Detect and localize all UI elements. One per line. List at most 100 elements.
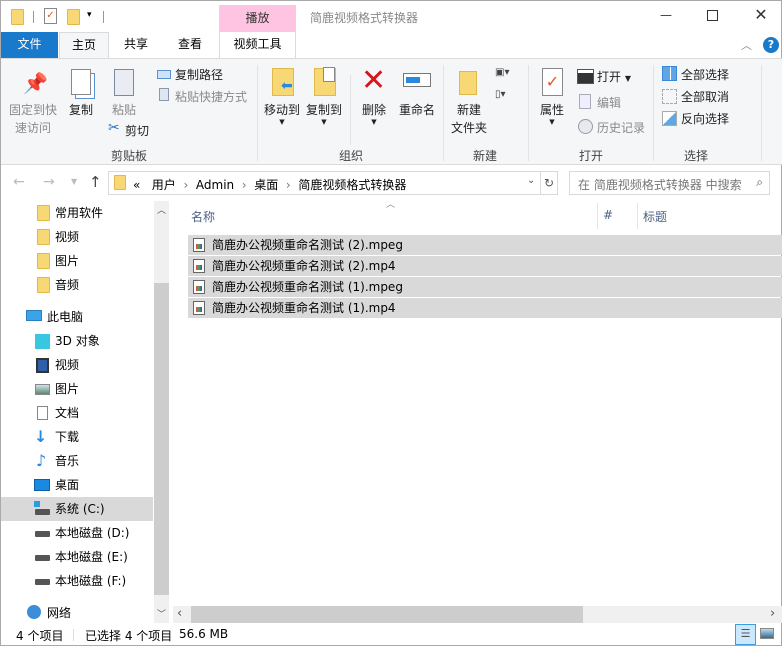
- breadcrumb-item[interactable]: 简鹿视频格式转换器: [298, 178, 406, 192]
- paste-shortcut-button[interactable]: 粘贴快捷方式: [175, 88, 247, 105]
- edit-button[interactable]: 编辑: [597, 94, 621, 111]
- file-row[interactable]: 简鹿办公视频重命名测试 (2).mpeg: [188, 235, 782, 255]
- tab-share[interactable]: 共享: [113, 32, 159, 58]
- label: 文档: [55, 406, 80, 420]
- scroll-right-icon[interactable]: ›: [770, 606, 775, 621]
- network-icon: [27, 605, 41, 619]
- column-header-name[interactable]: 名称: [191, 208, 215, 225]
- nav-documents[interactable]: 文档: [1, 401, 153, 425]
- search-input[interactable]: 在 简鹿视频格式转换器 中搜索 ⌕: [569, 171, 770, 195]
- column-header-title[interactable]: 标题: [643, 208, 667, 225]
- copy-button[interactable]: 复制: [65, 101, 97, 119]
- navigation-pane: 常用软件 视频 图片 音频 此电脑 3D 对象 视频 图片 文档 ↓ 下载 ♪ 音乐…: [1, 201, 170, 623]
- nav-network[interactable]: 网络: [1, 601, 153, 625]
- help-icon[interactable]: ?: [763, 37, 779, 53]
- properties-button[interactable]: 属性 ▼: [535, 101, 569, 126]
- label: 此电脑: [47, 310, 84, 324]
- customize-dropdown-icon[interactable]: ▾: [87, 10, 92, 20]
- nav-videos[interactable]: 视频: [1, 353, 153, 377]
- nav-drive-f[interactable]: 本地磁盘 (F:): [1, 569, 153, 593]
- copy-to-icon: [314, 67, 336, 96]
- rename-button[interactable]: 重命名: [395, 101, 439, 119]
- scroll-left-icon[interactable]: ‹: [177, 606, 182, 621]
- maximize-button[interactable]: [707, 10, 718, 21]
- new-folder-button[interactable]: 新建 文件夹: [447, 101, 491, 137]
- properties-icon[interactable]: ✓: [44, 8, 57, 24]
- tab-file[interactable]: 文件: [1, 32, 58, 58]
- nav-pictures[interactable]: 图片: [1, 377, 153, 401]
- drive-icon: [35, 555, 50, 561]
- nav-quick-item[interactable]: 图片: [1, 249, 153, 273]
- easy-access-icon[interactable]: ▯▾: [495, 89, 517, 103]
- download-icon: ↓: [34, 427, 48, 446]
- recent-dropdown-icon[interactable]: ▼: [71, 177, 77, 186]
- nav-quick-item[interactable]: 音频: [1, 273, 153, 297]
- pin-to-quick-access-button[interactable]: 固定到快 速访问: [7, 101, 59, 137]
- breadcrumb-item[interactable]: 桌面: [254, 178, 278, 192]
- invert-selection-button[interactable]: 反向选择: [681, 110, 729, 127]
- file-row[interactable]: 简鹿办公视频重命名测试 (1).mp4: [188, 298, 782, 318]
- nav-this-pc[interactable]: 此电脑: [1, 305, 153, 329]
- nav-quick-item[interactable]: 视频: [1, 225, 153, 249]
- copy-path-button[interactable]: 复制路径: [175, 66, 223, 83]
- select-none-button[interactable]: 全部取消: [681, 88, 729, 105]
- group-label-new: 新建: [472, 149, 497, 163]
- nav-desktop[interactable]: 桌面: [1, 473, 153, 497]
- minimize-button[interactable]: —: [651, 3, 681, 29]
- paste-button[interactable]: 粘贴: [107, 101, 141, 119]
- open-button[interactable]: 打开 ▼: [597, 68, 631, 85]
- history-button[interactable]: 历史记录: [597, 119, 645, 136]
- overflow-chevron[interactable]: «: [133, 178, 140, 192]
- label: 音乐: [55, 454, 80, 468]
- nav-3d-objects[interactable]: 3D 对象: [1, 329, 153, 353]
- tab-view[interactable]: 查看: [167, 32, 213, 58]
- new-folder-icon[interactable]: [67, 9, 80, 25]
- details-view-button[interactable]: ☰: [735, 624, 756, 645]
- nav-quick-item[interactable]: 常用软件: [1, 201, 153, 225]
- window-title: 简鹿视频格式转换器: [310, 11, 419, 25]
- close-button[interactable]: ✕: [749, 3, 773, 29]
- scroll-down-icon[interactable]: ﹀: [157, 607, 166, 620]
- context-tab-play[interactable]: 播放: [219, 5, 296, 32]
- address-dropdown-icon[interactable]: ⌄: [527, 175, 535, 186]
- label: 视频: [55, 358, 80, 372]
- scroll-up-icon[interactable]: ︿: [157, 203, 166, 216]
- nav-drive-c[interactable]: 系统 (C:): [1, 497, 153, 521]
- nav-downloads[interactable]: ↓ 下载: [1, 425, 153, 449]
- folder-icon[interactable]: [11, 9, 24, 25]
- scroll-thumb[interactable]: [154, 283, 169, 595]
- copy-to-button[interactable]: 复制到 ▼: [303, 101, 345, 126]
- divider: [597, 203, 598, 229]
- tab-home[interactable]: 主页: [59, 32, 109, 59]
- delete-button[interactable]: 删除 ▼: [357, 101, 391, 126]
- file-row[interactable]: 简鹿办公视频重命名测试 (2).mp4: [188, 256, 782, 276]
- new-item-icon[interactable]: ▣▾: [495, 67, 517, 81]
- back-button[interactable]: ←: [13, 174, 25, 190]
- tab-video-tools[interactable]: 视频工具: [219, 32, 296, 58]
- column-header-number[interactable]: #: [603, 208, 613, 222]
- cut-button[interactable]: 剪切: [125, 122, 149, 139]
- computer-icon: [26, 310, 42, 321]
- horizontal-scrollbar[interactable]: ‹ ›: [173, 606, 782, 623]
- label: 网络: [47, 606, 72, 620]
- move-to-button[interactable]: 移动到 ▼: [261, 101, 303, 126]
- nav-drive-e[interactable]: 本地磁盘 (E:): [1, 545, 153, 569]
- breadcrumb-item[interactable]: 用户: [152, 178, 176, 192]
- address-bar[interactable]: « 用户 › Admin › 桌面 › 简鹿视频格式转换器 ⌄: [108, 171, 541, 195]
- up-button[interactable]: ↑: [89, 173, 102, 191]
- label: 图片: [55, 254, 80, 268]
- select-all-button[interactable]: 全部选择: [681, 66, 729, 83]
- nav-drive-d[interactable]: 本地磁盘 (D:): [1, 521, 153, 545]
- forward-button[interactable]: →: [43, 174, 55, 190]
- breadcrumb-item[interactable]: Admin: [196, 178, 234, 192]
- label: 下载: [55, 430, 80, 444]
- collapse-ribbon-icon[interactable]: ︿: [741, 37, 752, 53]
- scroll-thumb[interactable]: [191, 606, 583, 623]
- refresh-button[interactable]: ↻: [540, 171, 558, 195]
- nav-scrollbar[interactable]: ︿ ﹀: [154, 201, 169, 623]
- picture-icon: [35, 384, 50, 395]
- large-icons-view-button[interactable]: [760, 628, 774, 639]
- nav-music[interactable]: ♪ 音乐: [1, 449, 153, 473]
- drive-icon: [35, 531, 50, 537]
- file-row[interactable]: 简鹿办公视频重命名测试 (1).mpeg: [188, 277, 782, 297]
